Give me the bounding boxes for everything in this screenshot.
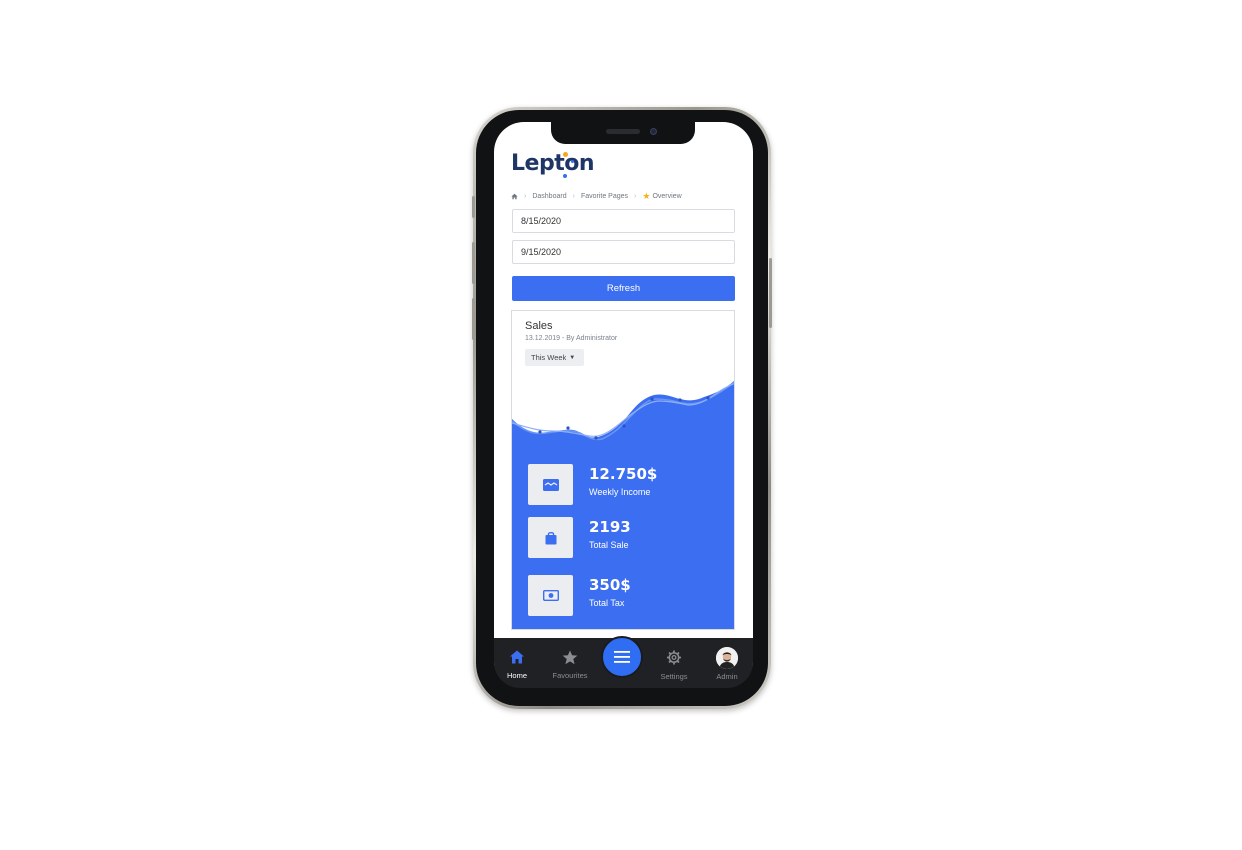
breadcrumb-separator: › xyxy=(572,192,575,200)
volume-up-button xyxy=(472,242,475,284)
breadcrumb-separator: › xyxy=(524,192,527,200)
nav-label-home: Home xyxy=(506,671,527,680)
total-sale-value: 2193 xyxy=(589,518,631,536)
wallet-icon-box xyxy=(528,464,573,505)
sales-card: Sales 13.12.2019 - By Administrator This… xyxy=(511,310,735,630)
card-title: Sales xyxy=(525,320,553,332)
power-button xyxy=(769,258,772,328)
home-icon[interactable] xyxy=(511,193,518,200)
card-subtitle: 13.12.2019 - By Administrator xyxy=(525,335,618,342)
refresh-button[interactable]: Refresh xyxy=(512,276,735,301)
nav-label-favourites: Favourites xyxy=(552,671,588,680)
weekly-income-value: 12.750$ xyxy=(589,465,658,483)
silent-switch xyxy=(472,196,475,218)
app-logo[interactable]: Lepton xyxy=(511,151,594,176)
breadcrumb-favorite-pages[interactable]: Favorite Pages xyxy=(581,193,628,200)
caret-down-icon: ▼ xyxy=(569,354,576,361)
breadcrumb-dashboard[interactable]: Dashboard xyxy=(532,193,566,200)
period-dropdown[interactable]: This Week ▼ xyxy=(525,349,584,366)
weekly-income-label: Weekly Income xyxy=(589,487,651,497)
phone-notch xyxy=(551,121,695,144)
logo-dot-blue-small xyxy=(571,160,574,163)
total-tax-value: 350$ xyxy=(589,576,631,594)
speaker-grille xyxy=(606,129,640,134)
star-icon: ★ xyxy=(642,190,651,201)
shopping-bag-icon xyxy=(545,531,556,544)
star-icon xyxy=(562,650,578,665)
breadcrumb-separator: › xyxy=(634,192,637,200)
period-dropdown-label: This Week xyxy=(531,353,567,362)
nav-item-favourites[interactable]: Favourites xyxy=(547,638,593,688)
breadcrumb: › Dashboard › Favorite Pages › ★ Overvie… xyxy=(511,190,682,202)
start-date-input[interactable]: 8/15/2020 xyxy=(512,209,735,233)
breadcrumb-overview: Overview xyxy=(652,192,682,200)
end-date-input[interactable]: 9/15/2020 xyxy=(512,240,735,264)
nav-item-home[interactable]: Home xyxy=(494,638,540,688)
wallet-icon xyxy=(542,478,559,491)
menu-button[interactable] xyxy=(601,636,643,678)
gear-icon xyxy=(666,650,682,665)
shopping-bag-icon-box xyxy=(528,517,573,558)
menu-icon xyxy=(614,651,630,663)
logo-dot-orange xyxy=(563,152,568,157)
front-camera xyxy=(650,128,657,135)
volume-down-button xyxy=(472,298,475,340)
avatar[interactable] xyxy=(716,647,738,669)
user-avatar-image xyxy=(716,647,738,669)
home-icon xyxy=(510,650,524,664)
nav-label-admin: Admin xyxy=(716,672,738,681)
total-tax-label: Total Tax xyxy=(589,598,625,608)
money-icon xyxy=(542,590,559,601)
nav-label-settings: Settings xyxy=(660,672,688,681)
total-sale-label: Total Sale xyxy=(589,540,629,550)
money-icon-box xyxy=(528,575,573,616)
nav-item-settings[interactable]: Settings xyxy=(651,638,697,688)
logo-dot-blue xyxy=(563,174,567,178)
